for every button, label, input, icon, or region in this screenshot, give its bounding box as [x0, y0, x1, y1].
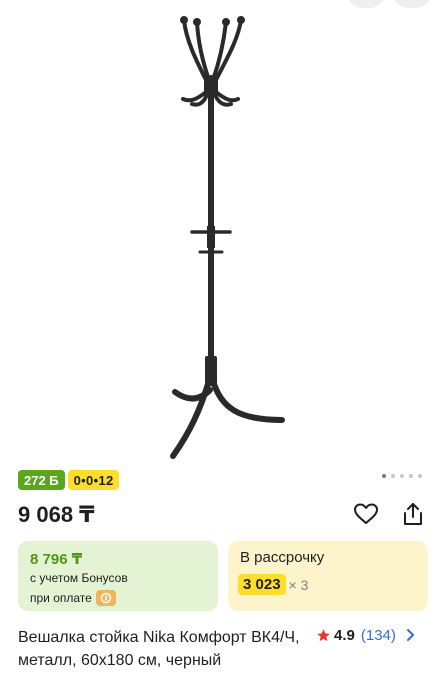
product-price: 9 068 ₸: [18, 502, 95, 527]
share-icon: [404, 503, 422, 525]
bonus-price-card[interactable]: 8 796 ₸ с учетом Бонусов при оплате: [18, 541, 218, 611]
installment-row: 3 023 × 3: [238, 574, 308, 595]
installment-amount: 3 023: [238, 574, 286, 595]
review-count-link[interactable]: (134): [361, 627, 396, 644]
share-button[interactable]: [398, 499, 428, 529]
carousel-dot[interactable]: [400, 474, 404, 478]
coat-rack-image: [170, 16, 285, 459]
product-image[interactable]: [0, 0, 447, 460]
carousel-dot[interactable]: [409, 474, 413, 478]
installment-badge: 0•0•12: [67, 470, 120, 490]
installment-card[interactable]: В рассрочку 3 023 × 3: [228, 541, 428, 611]
carousel-dots[interactable]: [382, 474, 422, 478]
bonus-points-badge: 272 Б: [18, 470, 65, 490]
product-title: Вешалка стойка Nika Комфорт ВК4/Ч, метал…: [18, 629, 300, 669]
bonus-caption-payment: при оплате: [30, 590, 116, 606]
carousel-dot[interactable]: [391, 474, 395, 478]
carousel-dot[interactable]: [382, 474, 386, 478]
favorite-button[interactable]: [351, 499, 381, 529]
bonus-price: 8 796 ₸: [30, 551, 83, 568]
carousel-dot[interactable]: [418, 474, 422, 478]
installment-title: В рассрочку: [240, 549, 325, 566]
rating-value: 4.9: [334, 626, 355, 644]
product-rating[interactable]: 4.9 (134): [316, 626, 417, 644]
kaspi-icon: [95, 590, 116, 606]
star-icon: [317, 628, 330, 641]
installment-multiplier: × 3: [288, 576, 309, 593]
product-badges: 272 Б 0•0•12: [18, 470, 120, 490]
chevron-right-icon[interactable]: [403, 628, 417, 642]
bonus-payment-label: при оплате: [30, 591, 92, 605]
bonus-caption: с учетом Бонусов: [30, 571, 128, 585]
heart-icon: [354, 503, 378, 524]
